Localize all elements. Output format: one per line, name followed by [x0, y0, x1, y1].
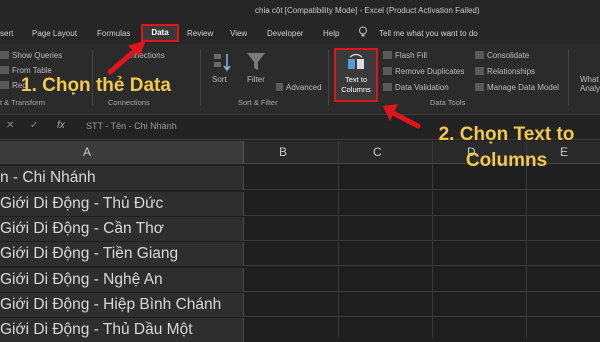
arrow-to-data-tab [107, 40, 146, 75]
callout-step-2-line-1: 2. Chọn Text to [438, 124, 575, 145]
arrow-to-text-to-columns [383, 104, 421, 129]
callout-step-2-line-2: Columns [465, 150, 548, 171]
callout-step-1: 1. Chọn thẻ Data [21, 75, 171, 96]
